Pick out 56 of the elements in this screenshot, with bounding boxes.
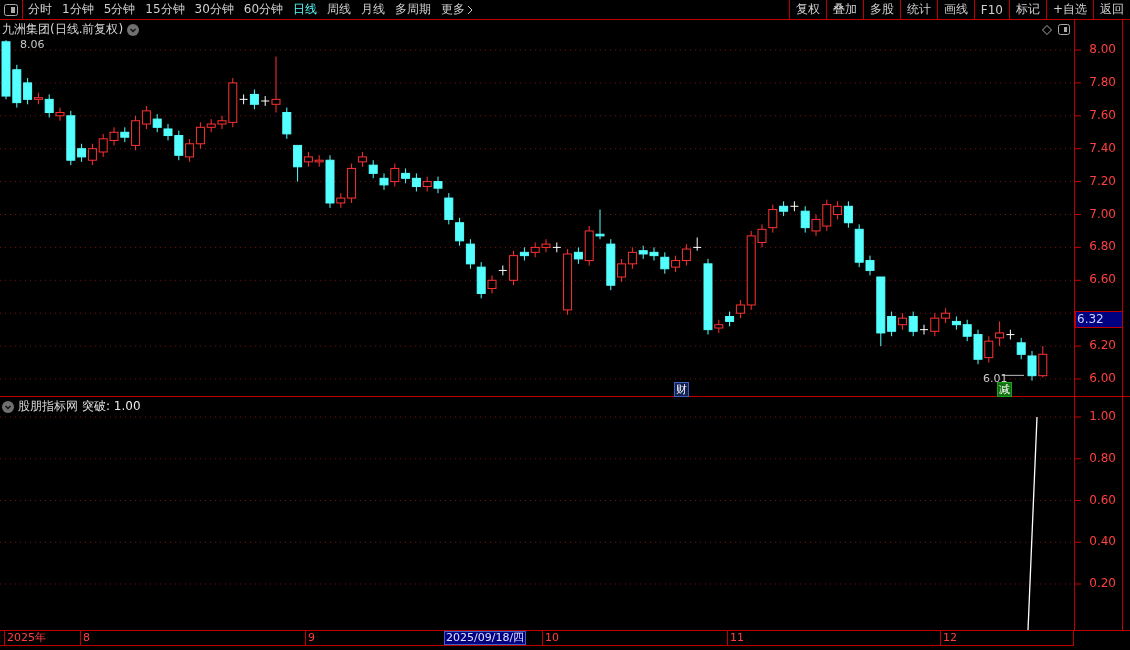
chevron-down-icon[interactable] [127,23,140,36]
period-tab[interactable]: 分时 [23,1,57,18]
cursor-date: 2025/09/18/四 [444,631,527,645]
period-tab[interactable]: 60分钟 [238,1,289,18]
toolbar-button[interactable]: 统计 [899,0,937,19]
toolbar-button[interactable]: 多股 [862,0,900,19]
indicator-tick: 0.40 [1089,534,1116,549]
more-button[interactable]: 更多 [436,1,479,18]
toolbar-button[interactable]: 返回 [1093,0,1130,19]
period-tab[interactable]: 日线 [288,1,323,18]
time-label: 2025年 [4,631,46,645]
indicator-tick: 0.80 [1089,450,1116,465]
indicator-tick: 0.60 [1089,492,1116,507]
panel-toggle-icon[interactable] [1058,24,1070,35]
period-tab[interactable]: 月线 [356,1,391,18]
event-marker[interactable]: 减 [997,382,1012,397]
period-tab[interactable]: 多周期 [390,1,437,18]
stock-title: 九洲集团(日线.前复权) [2,21,124,38]
toolbar-button[interactable]: 叠加 [825,0,863,19]
toolbar-button[interactable]: F10 [973,0,1009,19]
toolbar-button[interactable]: 标记 [1008,0,1046,19]
indicator-tick: 0.20 [1089,576,1116,590]
price-tick: 7.80 [1089,74,1116,89]
indicator-name: 股朋指标网 [18,398,78,415]
time-label: 12 [940,631,957,645]
chevron-right-icon [467,4,474,15]
indicator-reading: 突破: 1.00 [82,398,141,415]
diamond-icon[interactable] [1042,25,1052,35]
price-tick: 7.00 [1089,206,1116,221]
time-label: 9 [305,631,315,645]
price-tick: 8.00 [1089,42,1116,56]
indicator-tick: 1.00 [1089,409,1116,423]
high-price-label: 8.06 [20,38,45,51]
time-label: 8 [80,631,90,645]
period-tab[interactable]: 15分钟 [140,1,190,18]
price-tick: 6.20 [1089,338,1116,353]
current-price-tag: 6.32 [1075,311,1123,328]
time-label: 10 [542,631,559,645]
toolbar-button[interactable]: 复权 [788,0,826,19]
period-tab[interactable]: 周线 [322,1,357,18]
toolbar-button[interactable]: +自选 [1045,0,1093,19]
period-tab[interactable]: 30分钟 [189,1,239,18]
period-tab[interactable]: 1分钟 [57,1,99,18]
event-marker[interactable]: 财 [674,382,689,397]
low-price-label: 6.01 [983,372,1008,385]
chevron-down-icon[interactable] [2,400,14,413]
period-tab[interactable]: 5分钟 [98,1,141,18]
panel-toggle-icon[interactable] [4,3,18,16]
price-tick: 7.20 [1089,173,1116,188]
price-tick: 6.00 [1089,371,1116,385]
price-tick: 6.80 [1089,239,1116,254]
price-tick: 6.60 [1089,272,1116,287]
toolbar-button[interactable]: 画线 [936,0,974,19]
price-tick: 7.60 [1089,107,1116,122]
time-label: 11 [727,631,744,645]
price-tick: 7.40 [1089,140,1116,155]
